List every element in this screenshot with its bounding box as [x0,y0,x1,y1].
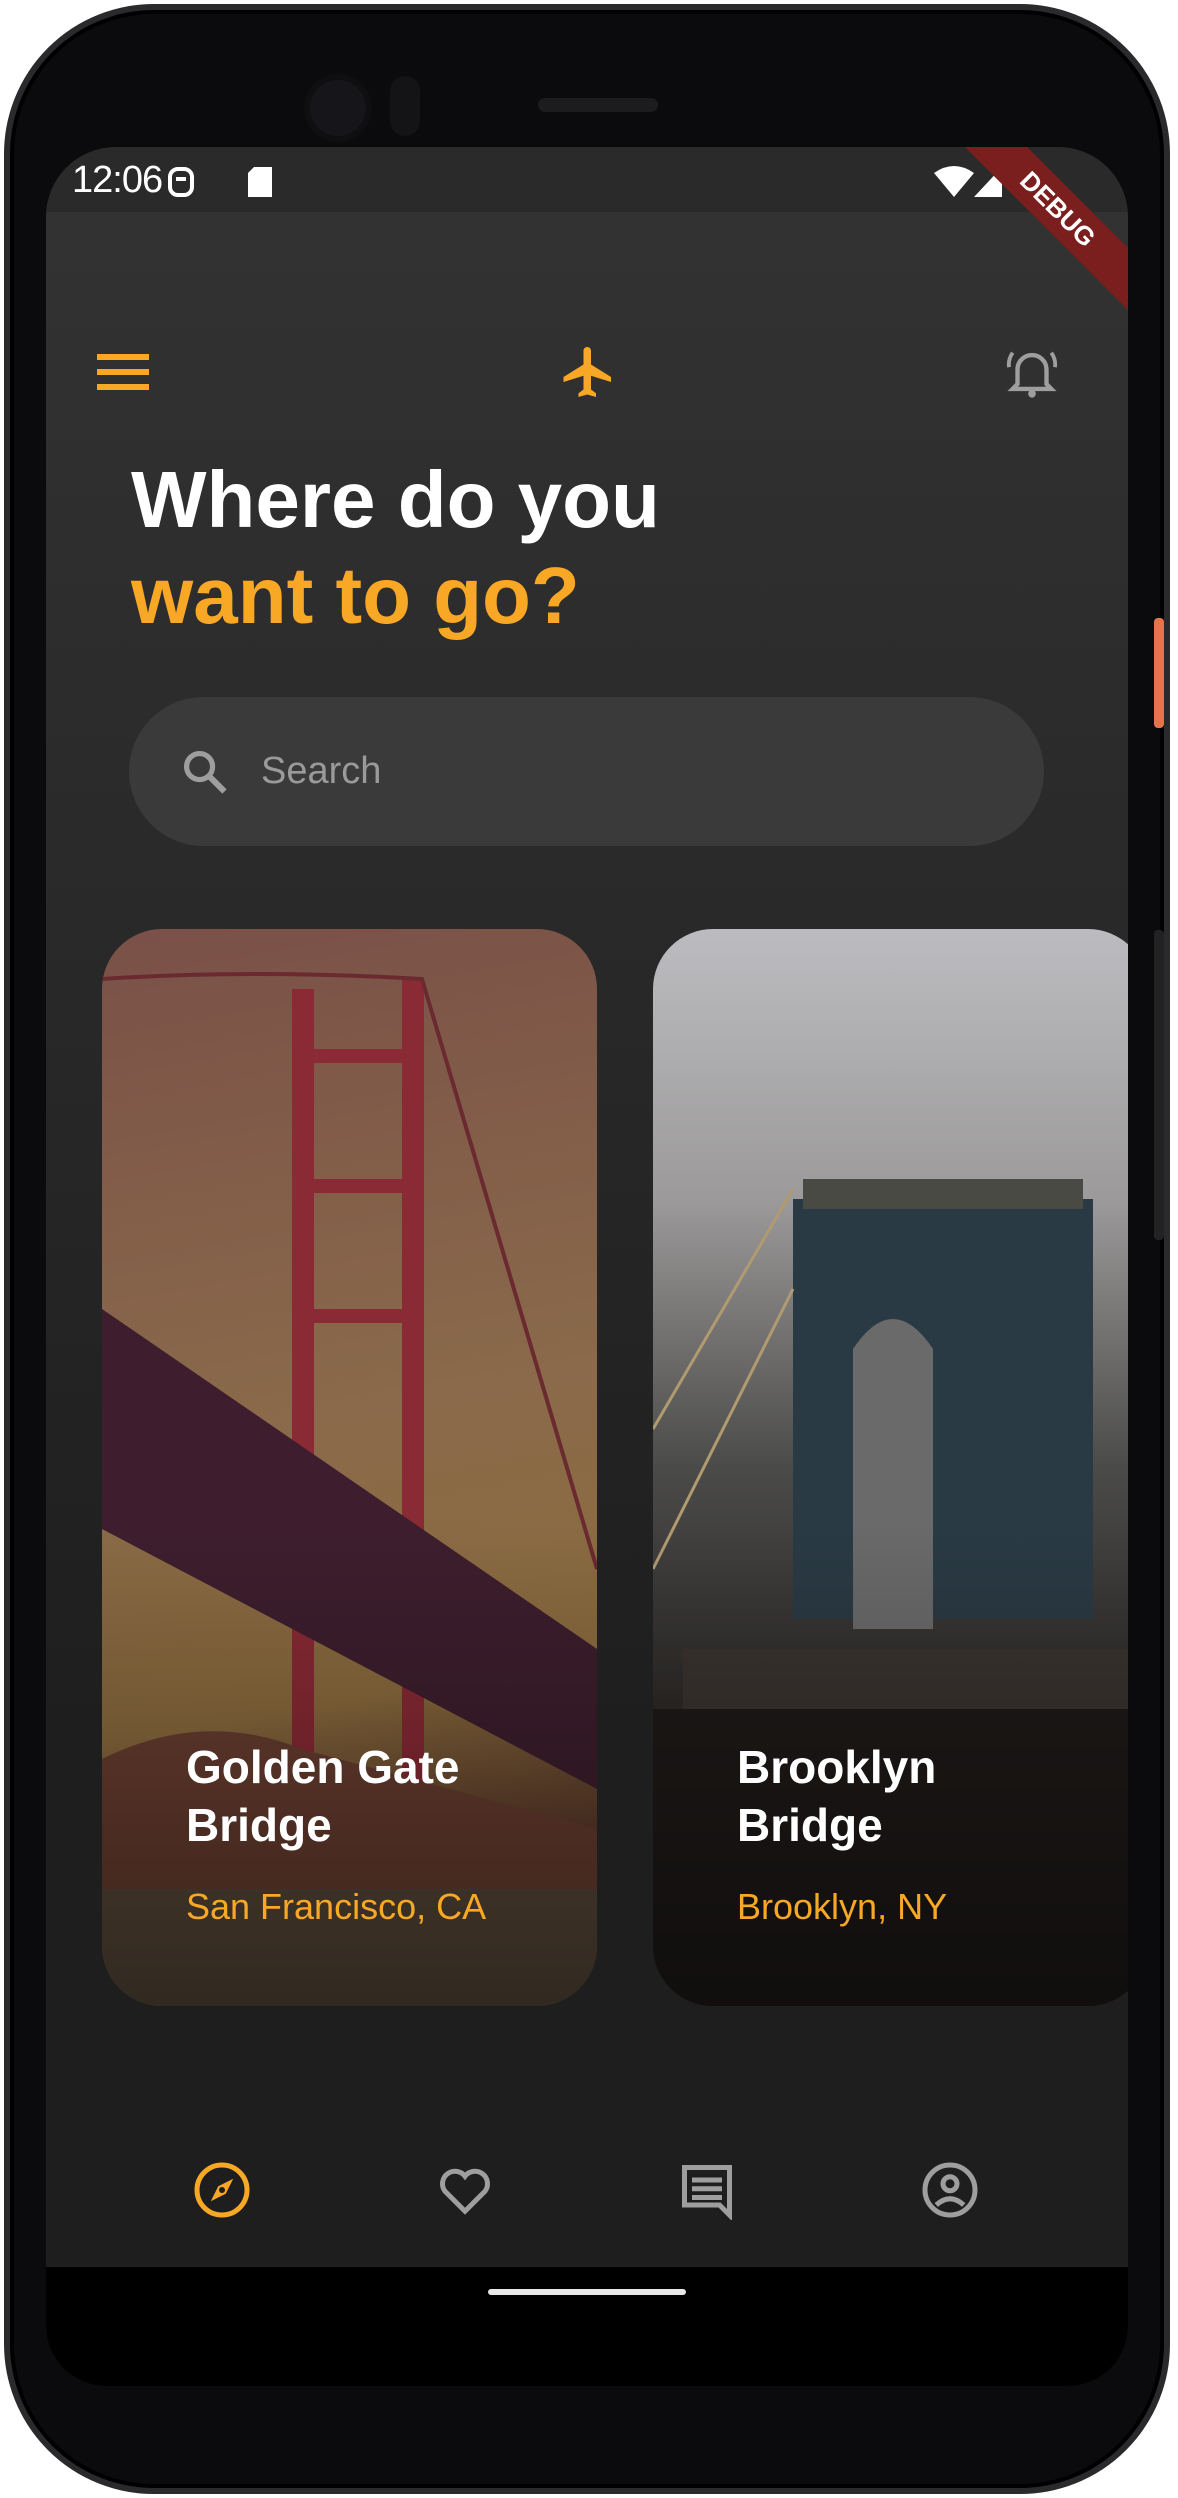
chat-icon [682,2165,732,2220]
account-icon [922,2162,978,2218]
title-line-2: want to go? [131,551,580,640]
notifications-button[interactable] [1002,342,1062,402]
nav-explore[interactable] [187,2155,257,2225]
menu-icon [97,354,149,390]
system-navigation-bar [46,2267,1128,2386]
search-icon [183,750,227,794]
logo [556,342,616,402]
status-bar: 12:06 DEBUG [46,147,1128,317]
front-camera [310,80,366,136]
sim-icon [166,165,196,204]
home-indicator[interactable] [488,2289,686,2295]
nav-profile[interactable] [915,2155,985,2225]
destination-card-golden-gate[interactable]: Golden Gate Bridge San Francisco, CA [102,929,597,2006]
search-input[interactable]: Search [129,697,1044,846]
alarm-bell-icon [1006,351,1058,398]
compass-icon [194,2162,250,2218]
volume-button [1154,930,1164,1240]
wifi-icon [934,165,974,204]
heart-icon [440,2168,490,2215]
page-title: Where do you want to go? [131,452,660,644]
nav-messages[interactable] [672,2155,742,2225]
app-screen: 12:06 DEBUG Where do you want to go? Sea… [46,147,1128,2386]
earpiece-speaker [538,98,658,112]
power-button [1154,618,1164,728]
airplane-icon [563,347,611,397]
title-line-1: Where do you [131,455,660,544]
destination-location: San Francisco, CA [186,1886,487,1927]
status-time: 12:06 [72,159,163,201]
search-placeholder: Search [261,750,382,792]
sd-card-icon [246,165,274,204]
sensor [390,76,420,136]
menu-button[interactable] [93,342,153,402]
destination-card-brooklyn[interactable]: Brooklyn Bridge Brooklyn, NY [653,929,1128,2006]
destination-title: Brooklyn Bridge [737,1741,937,1851]
bottom-navigation [46,2117,1128,2267]
nav-favorites[interactable] [430,2155,500,2225]
destination-title: Golden Gate Bridge [186,1741,460,1851]
destination-location: Brooklyn, NY [737,1886,948,1927]
